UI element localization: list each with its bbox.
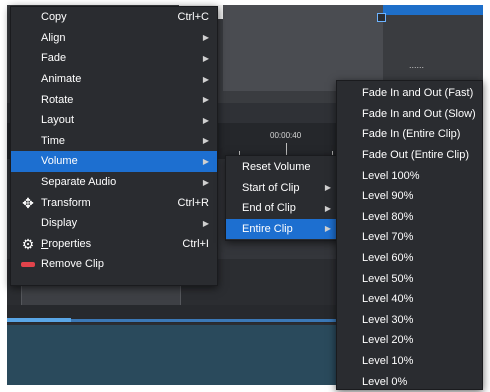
ruler-time-label: 00:00:40	[270, 131, 302, 140]
menu-item-time[interactable]: Time ▶	[11, 131, 217, 152]
chevron-right-icon: ▶	[202, 115, 209, 125]
entire-clip-submenu: Fade In and Out (Fast) Fade In and Out (…	[336, 80, 483, 390]
menu-item-label: Level 10%	[362, 355, 414, 368]
chevron-right-icon: ▶	[324, 224, 331, 234]
menu-item-label: Level 90%	[362, 190, 414, 203]
preview-dots: ......	[409, 60, 425, 70]
menu-item-volume[interactable]: Volume ▶	[11, 151, 217, 172]
menu-item-label: Start of Clip	[242, 181, 300, 194]
menu-item-label: End of Clip	[242, 202, 296, 215]
menu-item-label: Level 30%	[362, 313, 414, 326]
menu-item-level-70[interactable]: Level 70%	[337, 227, 482, 248]
menu-item-label: Time	[41, 134, 66, 147]
video-preview	[223, 5, 383, 91]
menu-item-label: Fade	[41, 52, 67, 65]
menu-item-fade-in-out-fast[interactable]: Fade In and Out (Fast)	[337, 83, 482, 104]
menu-item-rotate[interactable]: Rotate ▶	[11, 89, 217, 110]
label-rest: roperties	[48, 237, 92, 250]
menu-item-level-0[interactable]: Level 0%	[337, 371, 482, 392]
menu-item-label: Remove Clip	[41, 258, 104, 271]
menu-item-label: Display	[41, 217, 78, 230]
chevron-right-icon: ▶	[202, 136, 209, 146]
menu-item-label: Separate Audio	[41, 176, 117, 189]
menu-item-label: Fade In and Out (Fast)	[362, 87, 474, 100]
menu-item-copy[interactable]: Copy Ctrl+C	[11, 7, 217, 28]
menu-item-layout[interactable]: Layout ▶	[11, 110, 217, 131]
volume-submenu: Reset Volume Start of Clip ▶ End of Clip…	[225, 155, 340, 241]
menu-item-label: Properties	[41, 238, 91, 250]
move-icon: ✥	[22, 194, 34, 211]
menu-item-label: Level 80%	[362, 210, 414, 223]
chevron-right-icon: ▶	[324, 203, 331, 213]
menu-item-level-90[interactable]: Level 90%	[337, 186, 482, 207]
menu-item-separate-audio[interactable]: Separate Audio ▶	[11, 172, 217, 193]
menu-item-fade-out-entire[interactable]: Fade Out (Entire Clip)	[337, 145, 482, 166]
menu-item-label: Animate	[41, 73, 82, 86]
menu-item-level-60[interactable]: Level 60%	[337, 248, 482, 269]
menu-item-level-50[interactable]: Level 50%	[337, 268, 482, 289]
remove-icon	[21, 257, 35, 271]
chevron-right-icon: ▶	[202, 156, 209, 166]
menu-item-properties[interactable]: ⚙ Properties Ctrl+I	[11, 234, 217, 255]
menu-item-entire-clip[interactable]: Entire Clip ▶	[226, 218, 339, 239]
menu-item-animate[interactable]: Animate ▶	[11, 69, 217, 90]
menu-item-level-10[interactable]: Level 10%	[337, 351, 482, 372]
chevron-right-icon: ▶	[202, 95, 209, 105]
gear-icon: ⚙	[21, 235, 35, 252]
menu-item-remove-clip[interactable]: Remove Clip	[11, 254, 217, 275]
menu-item-transform[interactable]: ✥ Transform Ctrl+R	[11, 192, 217, 213]
chevron-right-icon: ▶	[202, 218, 209, 228]
menu-item-level-40[interactable]: Level 40%	[337, 289, 482, 310]
menu-item-label: Align	[41, 31, 66, 44]
menu-item-label: Rotate	[41, 93, 74, 106]
menu-item-label: Level 0%	[362, 375, 408, 388]
chevron-right-icon: ▶	[202, 177, 209, 187]
menu-item-label: Reset Volume	[242, 161, 311, 174]
menu-item-display[interactable]: Display ▶	[11, 213, 217, 234]
menu-item-label: Level 60%	[362, 252, 414, 265]
menu-item-fade[interactable]: Fade ▶	[11, 48, 217, 69]
menu-item-label: Fade Out (Entire Clip)	[362, 149, 469, 162]
menu-item-level-20[interactable]: Level 20%	[337, 330, 482, 351]
shortcut-label: Ctrl+R	[177, 196, 209, 209]
menu-item-label: Level 70%	[362, 231, 414, 244]
menu-item-label: Level 40%	[362, 293, 414, 306]
shortcut-label: Ctrl+C	[177, 11, 209, 24]
menu-item-label: Level 50%	[362, 272, 414, 285]
menu-item-level-30[interactable]: Level 30%	[337, 310, 482, 331]
menu-item-label: Fade In and Out (Slow)	[362, 107, 476, 120]
menu-item-label: Fade In (Entire Clip)	[362, 128, 461, 141]
chevron-right-icon: ▶	[202, 74, 209, 84]
menu-item-label: Entire Clip	[242, 222, 293, 235]
menu-item-start-of-clip[interactable]: Start of Clip ▶	[226, 178, 339, 199]
resize-handle[interactable]	[377, 13, 386, 22]
menu-item-reset-volume[interactable]: Reset Volume	[226, 157, 339, 178]
clip-context-menu: Copy Ctrl+C Align ▶ Fade ▶ Animate ▶ Rot…	[10, 6, 218, 286]
chevron-right-icon: ▶	[324, 183, 331, 193]
menu-item-level-100[interactable]: Level 100%	[337, 165, 482, 186]
menu-item-label: Level 100%	[362, 169, 420, 182]
menu-item-end-of-clip[interactable]: End of Clip ▶	[226, 198, 339, 219]
menu-item-align[interactable]: Align ▶	[11, 28, 217, 49]
menu-item-label: Layout	[41, 114, 75, 127]
chevron-right-icon: ▶	[202, 33, 209, 43]
menu-item-label: Volume	[41, 155, 78, 168]
audio-segment	[7, 318, 71, 322]
selection-frame	[383, 5, 483, 15]
menu-item-label: Copy	[41, 11, 67, 24]
chevron-right-icon: ▶	[202, 53, 209, 63]
menu-item-label: Level 20%	[362, 334, 414, 347]
menu-item-fade-in-out-slow[interactable]: Fade In and Out (Slow)	[337, 104, 482, 125]
shortcut-label: Ctrl+I	[182, 237, 209, 250]
menu-item-fade-in-entire[interactable]: Fade In (Entire Clip)	[337, 124, 482, 145]
menu-item-level-80[interactable]: Level 80%	[337, 207, 482, 228]
menu-item-label: Transform	[41, 196, 91, 209]
